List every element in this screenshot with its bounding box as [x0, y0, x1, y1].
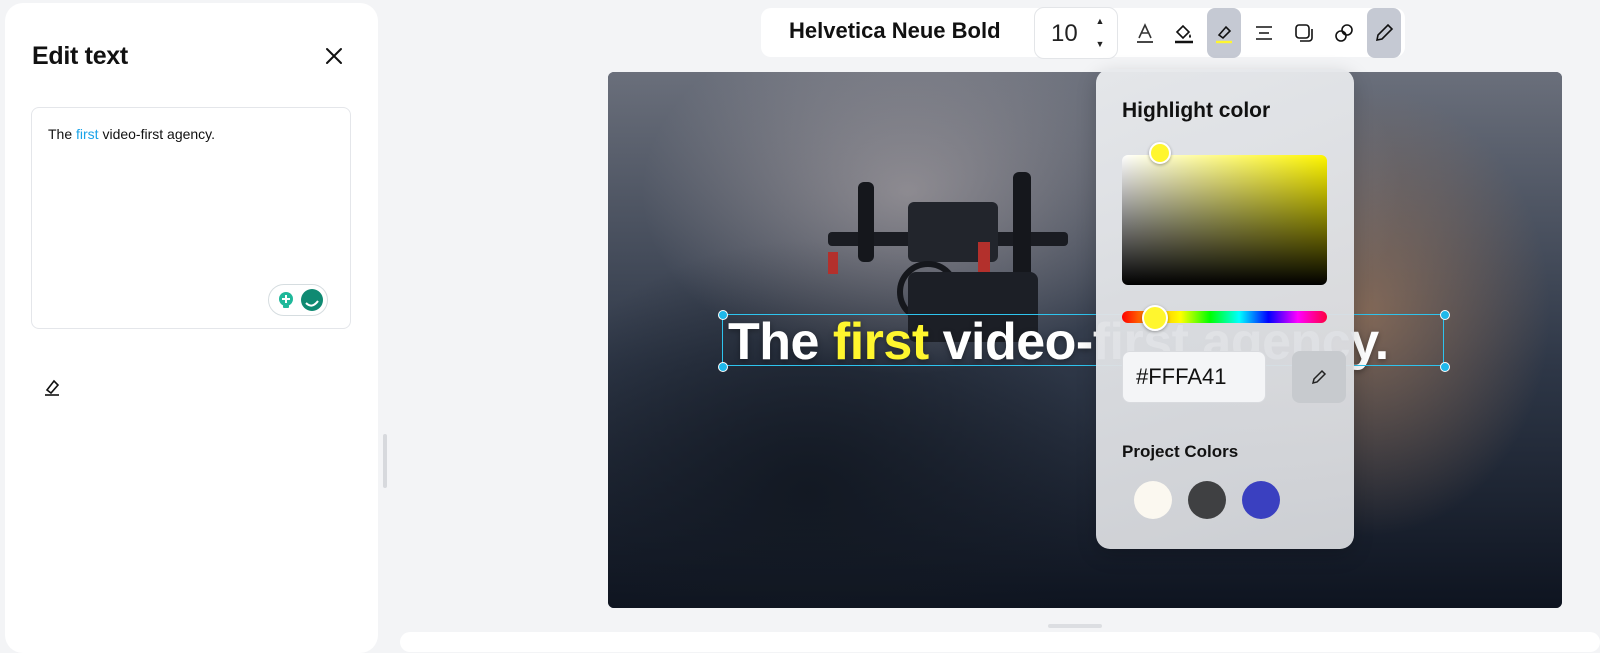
resize-handle-bottom-left[interactable]: [718, 362, 728, 372]
popover-title: Highlight color: [1122, 99, 1271, 122]
video-canvas[interactable]: The first video-first agency.: [608, 72, 1562, 608]
link-icon: [1335, 24, 1353, 42]
resize-handle-top-right[interactable]: [1440, 310, 1450, 320]
edit-pen-icon: [1375, 23, 1394, 42]
editor-text[interactable]: The first video-first agency.: [48, 125, 215, 143]
align-icon: [1256, 26, 1272, 40]
resize-handle-bottom-right[interactable]: [1440, 362, 1450, 372]
project-color-swatch-3[interactable]: [1242, 481, 1280, 519]
saturation-value-thumb[interactable]: [1149, 142, 1171, 164]
text-color-icon: [1137, 23, 1153, 43]
hue-slider-thumb[interactable]: [1142, 305, 1168, 331]
decrease-size-button[interactable]: ▼: [1093, 38, 1107, 50]
font-size-stepper[interactable]: 10 ▲ ▼: [1034, 7, 1118, 59]
shadow-icon: [1295, 24, 1313, 42]
close-button[interactable]: [323, 45, 345, 67]
highlight-color-popover: Highlight color Project Colors: [1096, 69, 1354, 549]
panel-resize-handle[interactable]: [383, 434, 387, 488]
close-icon: [326, 48, 342, 64]
text-toolbar: Helvetica Neue Bold 10 ▲ ▼: [761, 7, 1405, 59]
highlighter-button[interactable]: [42, 377, 62, 397]
editor-text-highlight: first: [76, 126, 99, 142]
shadow-button[interactable]: [1287, 8, 1321, 58]
text-color-button[interactable]: [1128, 8, 1162, 58]
resize-handle-top-left[interactable]: [718, 310, 728, 320]
highlighter-icon: [1216, 25, 1232, 44]
align-button[interactable]: [1247, 8, 1281, 58]
font-size-value[interactable]: 10: [1051, 20, 1078, 48]
text-editor[interactable]: The first video-first agency.: [31, 107, 351, 329]
link-button[interactable]: [1327, 8, 1361, 58]
edit-button[interactable]: [1367, 8, 1401, 58]
project-colors-title: Project Colors: [1122, 442, 1239, 461]
bulb-icon: [279, 292, 293, 308]
editor-text-after: video-first agency.: [98, 126, 216, 142]
eyedropper-button[interactable]: [1292, 351, 1346, 403]
writing-assistant-widget[interactable]: [268, 284, 328, 316]
font-selector[interactable]: Helvetica Neue Bold: [789, 18, 1001, 44]
highlight-color-button[interactable]: [1207, 8, 1241, 58]
fill-icon: [1175, 24, 1193, 44]
editor-text-before: The: [48, 126, 77, 142]
panel-title: Edit text: [32, 42, 128, 70]
fill-color-button[interactable]: [1167, 8, 1201, 58]
grammar-assistant-icon: [301, 289, 323, 311]
project-color-swatch-1[interactable]: [1134, 481, 1172, 519]
hex-color-input[interactable]: [1122, 351, 1266, 403]
increase-size-button[interactable]: ▲: [1093, 15, 1107, 27]
edit-text-panel: Edit text The first video-first agency.: [5, 3, 378, 653]
timeline-panel: [400, 632, 1600, 652]
eyedropper-icon: [1311, 369, 1327, 385]
highlighter-icon: [45, 379, 60, 396]
project-color-swatch-2[interactable]: [1188, 481, 1226, 519]
saturation-value-picker[interactable]: [1122, 155, 1327, 285]
timeline-resize-handle[interactable]: [1048, 624, 1102, 628]
